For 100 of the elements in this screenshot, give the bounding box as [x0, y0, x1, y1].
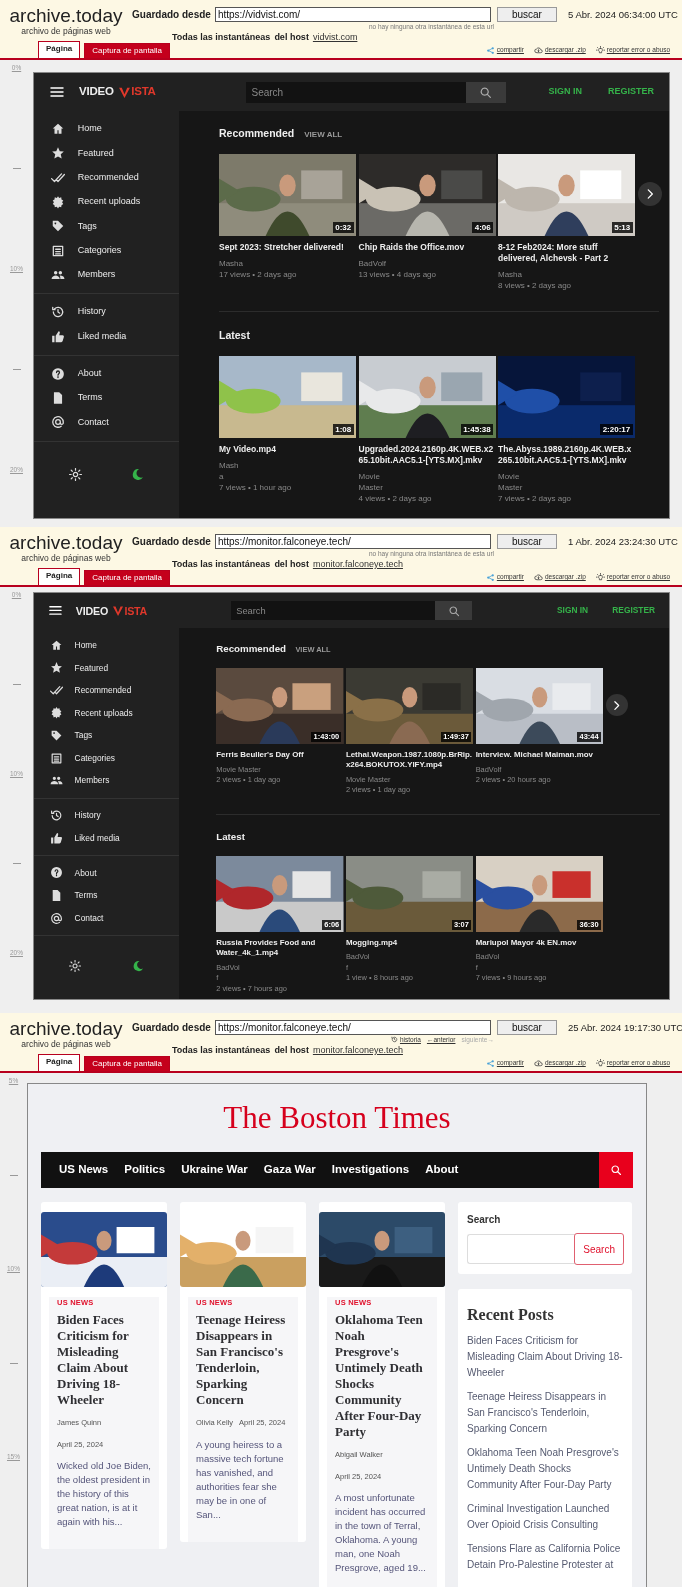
video-title[interactable]: My Video.mp4 [219, 443, 356, 455]
url-field[interactable]: https://vidvist.com/ [214, 6, 491, 22]
view-all-link[interactable]: VIEW ALL [304, 129, 343, 141]
recent-post-link[interactable]: Tensions Flare as California Police Detain Pro-Palestine Protester at [467, 1541, 623, 1573]
recent-post-link[interactable]: Teenage Heiress Disappears in San Francisco's Tenderloin, Sparking Concern [467, 1389, 623, 1437]
duration-badge: 1:08 [332, 424, 354, 436]
cloud-icon [533, 45, 543, 55]
site-title[interactable]: The Boston Times [41, 1100, 633, 1136]
search-button[interactable]: buscar [496, 533, 557, 549]
search-button[interactable]: buscar [496, 1019, 557, 1035]
channel-name[interactable]: Masha [498, 268, 635, 280]
channel-name[interactable]: Movie Master [358, 470, 496, 493]
post-title[interactable]: Oklahoma Teen Noah Presgrove's Untimely Death Shocks Community After Four-Day Party [335, 1312, 429, 1441]
sidebar-item[interactable]: Members [34, 769, 179, 793]
recent-post-link[interactable]: Biden Faces Criticism for Misleading Claim About Driving 18-Wheeler [467, 1333, 623, 1381]
auth-link[interactable]: REGISTER [612, 604, 656, 617]
sidebar-item[interactable]: Contact [34, 410, 179, 435]
search-button[interactable]: buscar [496, 6, 557, 22]
section-title: Latest [216, 830, 245, 845]
history-icon [51, 305, 66, 320]
site-logo[interactable]: archive.today [0, 6, 132, 26]
search-button[interactable] [435, 600, 473, 621]
host-link[interactable]: monitor.falconeye.tech [312, 1044, 403, 1058]
moon-icon[interactable] [131, 467, 145, 481]
sidebar-item[interactable]: About [34, 861, 179, 885]
sidebar-item[interactable]: Tags [34, 724, 179, 747]
search-button[interactable] [465, 81, 506, 103]
sidebar-item[interactable]: Members [34, 262, 179, 288]
sidebar-item[interactable]: Recent uploads [34, 189, 179, 215]
sidebar-item[interactable]: History [34, 300, 179, 325]
sun-icon[interactable] [68, 467, 82, 481]
sidebar-item[interactable]: History [34, 804, 179, 827]
search-field[interactable]: Search [230, 600, 436, 621]
channel-name[interactable]: Movie Master [498, 470, 635, 493]
host-link[interactable]: vidvist.com [312, 31, 358, 45]
label-text: del host [274, 1044, 309, 1057]
auth-link[interactable]: SIGN IN [557, 604, 589, 617]
nav-link[interactable]: Politics [116, 1161, 174, 1179]
sidebar-item[interactable]: Terms [34, 884, 179, 907]
sun-icon[interactable] [68, 960, 81, 973]
duration-badge: 0:32 [332, 222, 354, 234]
next-button[interactable] [605, 694, 629, 717]
sidebar-item[interactable]: About [34, 361, 179, 386]
search-field[interactable]: Search [245, 81, 466, 103]
sidebar-item[interactable]: Home [34, 633, 179, 657]
tab[interactable]: Página [38, 41, 81, 58]
sidebar-item[interactable]: Recommended [34, 165, 179, 190]
tab[interactable]: Página [38, 1054, 81, 1071]
sidebar-item[interactable]: Contact [34, 906, 179, 930]
post-title[interactable]: Biden Faces Criticism for Misleading Claim About Driving 18-Wheeler [57, 1312, 151, 1409]
share-icon [485, 572, 495, 582]
nav-link[interactable]: US News [51, 1161, 117, 1179]
nav-link[interactable]: About [417, 1161, 467, 1179]
nav-link[interactable]: Ukraine War [173, 1161, 256, 1179]
sidebar-item[interactable]: Recent uploads [34, 701, 179, 725]
sidebar-item[interactable]: Featured [34, 141, 179, 166]
site-logo[interactable]: archive.today [0, 533, 132, 553]
sidebar-item[interactable]: Home [34, 117, 179, 142]
video-title[interactable]: Chip Raids the Office.mov [358, 241, 496, 253]
nav-link[interactable]: Gaza War [255, 1161, 324, 1179]
sidebar-item[interactable]: Categories [34, 746, 179, 770]
recent-post-link[interactable]: Criminal Investigation Launched Over Opioid Crisis Consulting [467, 1501, 623, 1533]
nav-link[interactable]: Investigations [323, 1161, 418, 1179]
recent-post-link[interactable]: Oklahoma Teen Noah Presgrove's Untimely Death Shocks Community After Four-Day Party [467, 1445, 623, 1493]
sidebar-item[interactable]: Recommended [34, 679, 179, 702]
moon-icon[interactable] [132, 960, 145, 973]
auth-link[interactable]: REGISTER [608, 85, 654, 99]
auth-link[interactable]: SIGN IN [548, 85, 582, 99]
sidebar-item[interactable]: Liked media [34, 826, 179, 850]
search-field[interactable] [467, 1234, 576, 1264]
sidebar-item[interactable]: Categories [34, 238, 179, 263]
snapshot-date: 1 Abr. 2024 23:24:30 UTC [568, 535, 678, 549]
search-button[interactable]: Search [574, 1233, 624, 1265]
video-title[interactable]: Sept 2023: Stretcher delivered! [219, 241, 356, 253]
url-field[interactable]: https://monitor.falconeye.tech/ [214, 1019, 491, 1035]
tab[interactable]: Captura de pantalla [84, 570, 171, 585]
site-logo[interactable]: archive.today [0, 1019, 132, 1039]
field-label: Guardado desde [132, 534, 211, 549]
url-field[interactable]: https://monitor.falconeye.tech/ [214, 533, 491, 549]
tab[interactable]: Captura de pantalla [84, 1056, 171, 1071]
tab[interactable]: Página [38, 568, 81, 585]
search-icon [610, 1164, 622, 1176]
channel-name[interactable]: Masha [219, 257, 356, 269]
post-excerpt: Wicked old Joe Biden, the oldest president in the history of this great nation, is at it again with his... [57, 1458, 151, 1529]
duration-badge: 1:45:38 [460, 424, 494, 436]
sidebar-item[interactable]: Terms [34, 385, 179, 411]
host-link[interactable]: monitor.falconeye.tech [312, 558, 403, 572]
video-title[interactable]: The.Abyss.1989.2160p.4K.WEB.x265.10bit.AAC5.1-[YTS.MX].mkv [498, 443, 635, 466]
sidebar-item[interactable]: Tags [34, 214, 179, 239]
history-icon [390, 1036, 398, 1043]
sidebar-item[interactable]: Featured [34, 656, 179, 680]
video-title[interactable]: Upgraded.2024.2160p.4K.WEB.x265.10bit.AAC5.1-[YTS.MX].mkv [358, 443, 496, 466]
video-title[interactable]: 8-12 Feb2024: More stuff delivered, Alchevsk - Part 2 [498, 241, 635, 264]
sidebar-item[interactable]: Liked media [34, 324, 179, 349]
tab[interactable]: Captura de pantalla [84, 43, 171, 58]
channel-name[interactable]: BadVolf [358, 257, 496, 269]
logo-text: ISTA [124, 603, 148, 619]
channel-name[interactable]: Mash a [219, 459, 356, 482]
next-button[interactable] [638, 181, 662, 206]
post-title[interactable]: Teenage Heiress Disappears in San Francisco's Tenderloin, Sparking Concern [196, 1312, 290, 1409]
